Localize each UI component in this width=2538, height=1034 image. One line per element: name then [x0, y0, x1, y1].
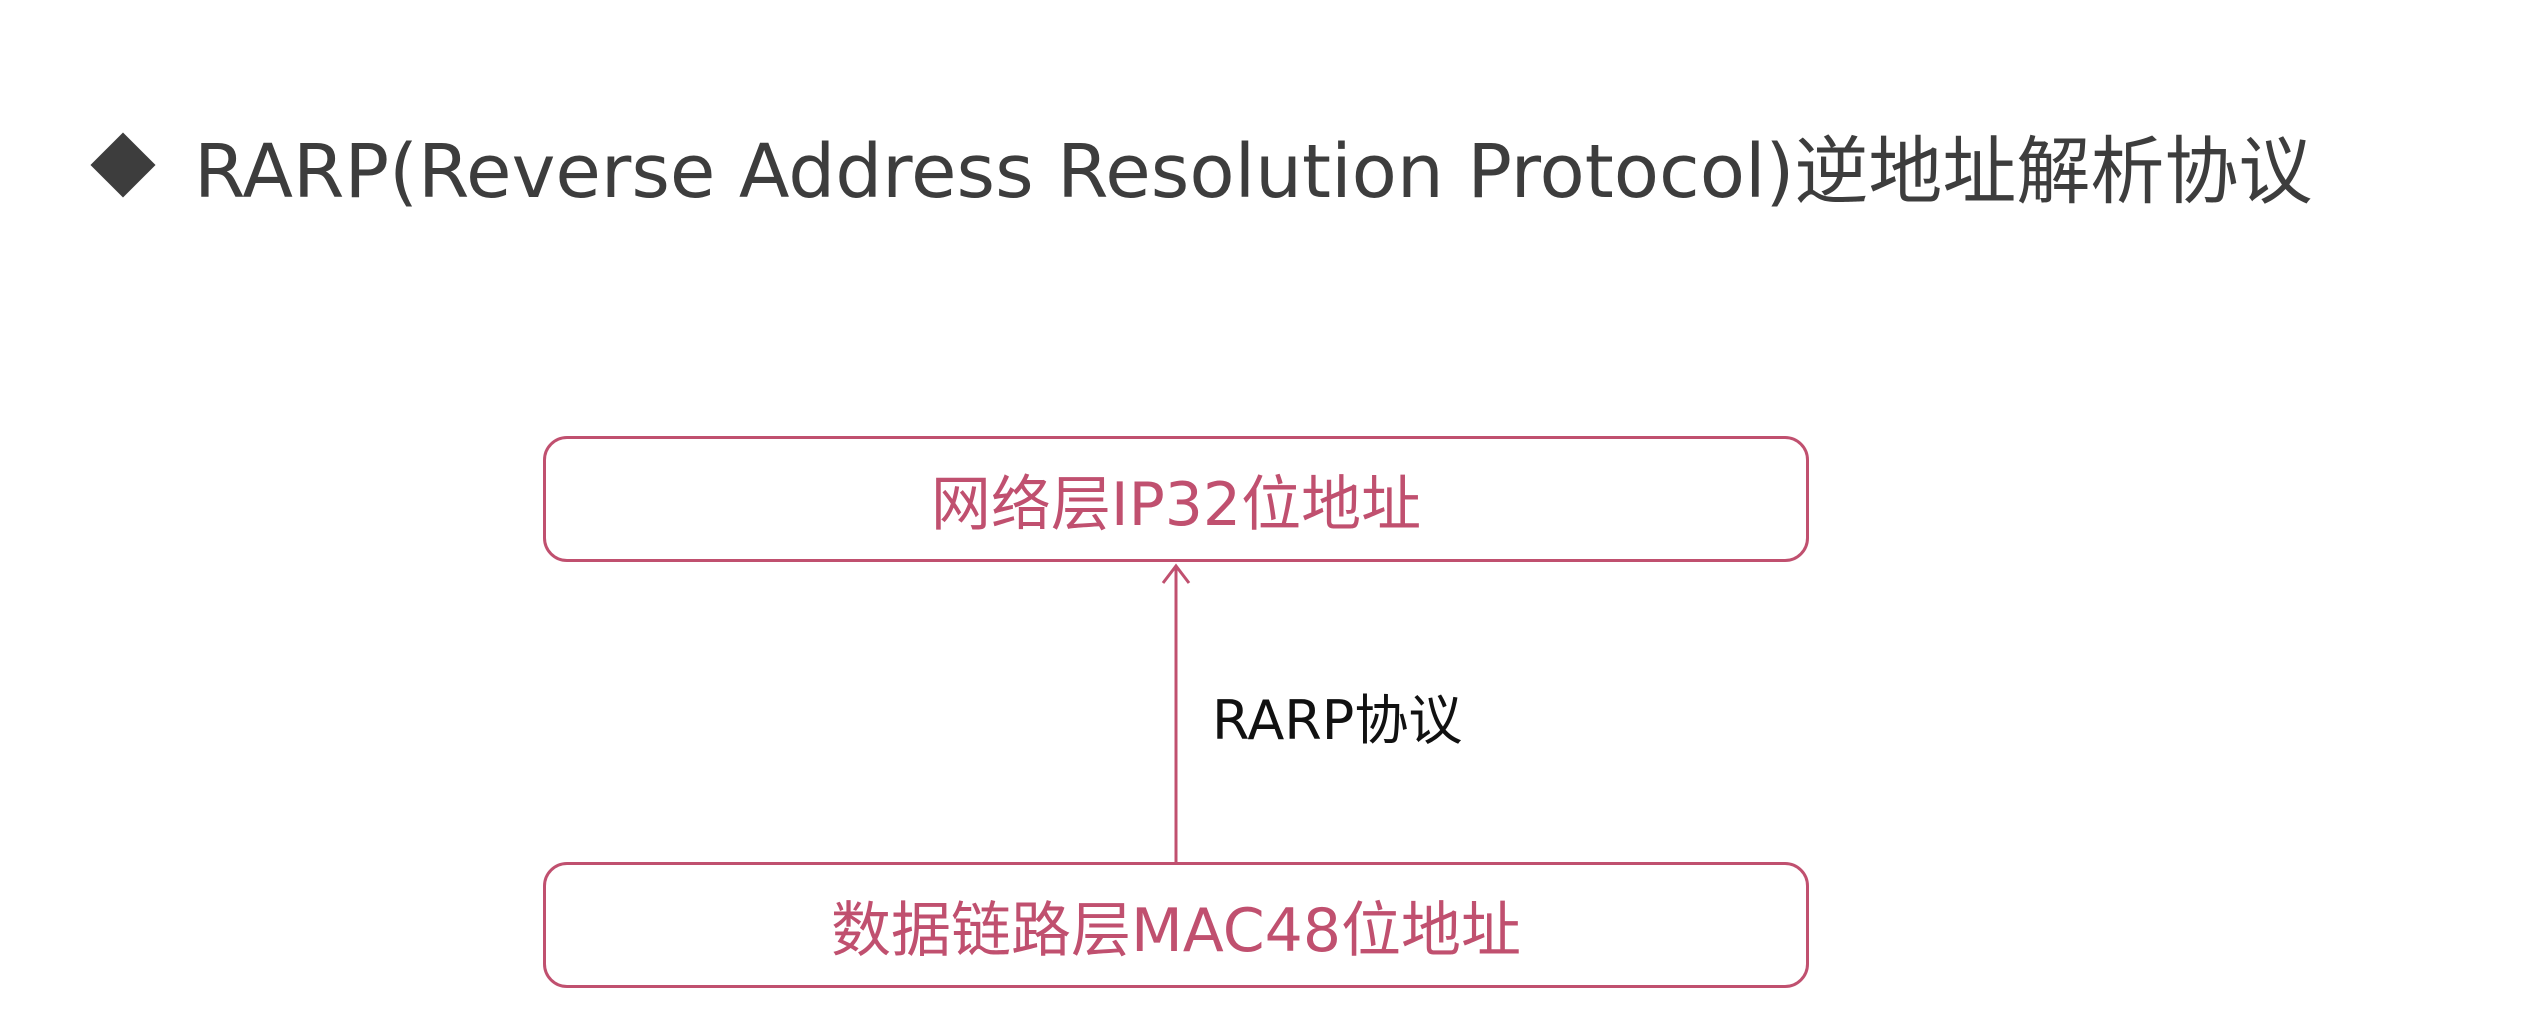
node-data-link-layer-mac-label: 数据链路层MAC48位地址: [831, 895, 1521, 966]
slide-heading: RARP(Reverse Address Resolution Protocol…: [88, 110, 2312, 220]
diamond-bullet-icon: [90, 132, 156, 198]
node-data-link-layer-mac: 数据链路层MAC48位地址: [543, 862, 1809, 988]
arrow-head-icon: [1161, 563, 1191, 584]
edge-label-rarp: RARP协议: [1212, 689, 1463, 752]
slide: RARP(Reverse Address Resolution Protocol…: [0, 0, 2538, 1034]
node-network-layer-ip-label: 网络层IP32位地址: [930, 469, 1422, 540]
node-network-layer-ip: 网络层IP32位地址: [543, 436, 1809, 562]
heading-text: RARP(Reverse Address Resolution Protocol…: [194, 128, 2313, 215]
